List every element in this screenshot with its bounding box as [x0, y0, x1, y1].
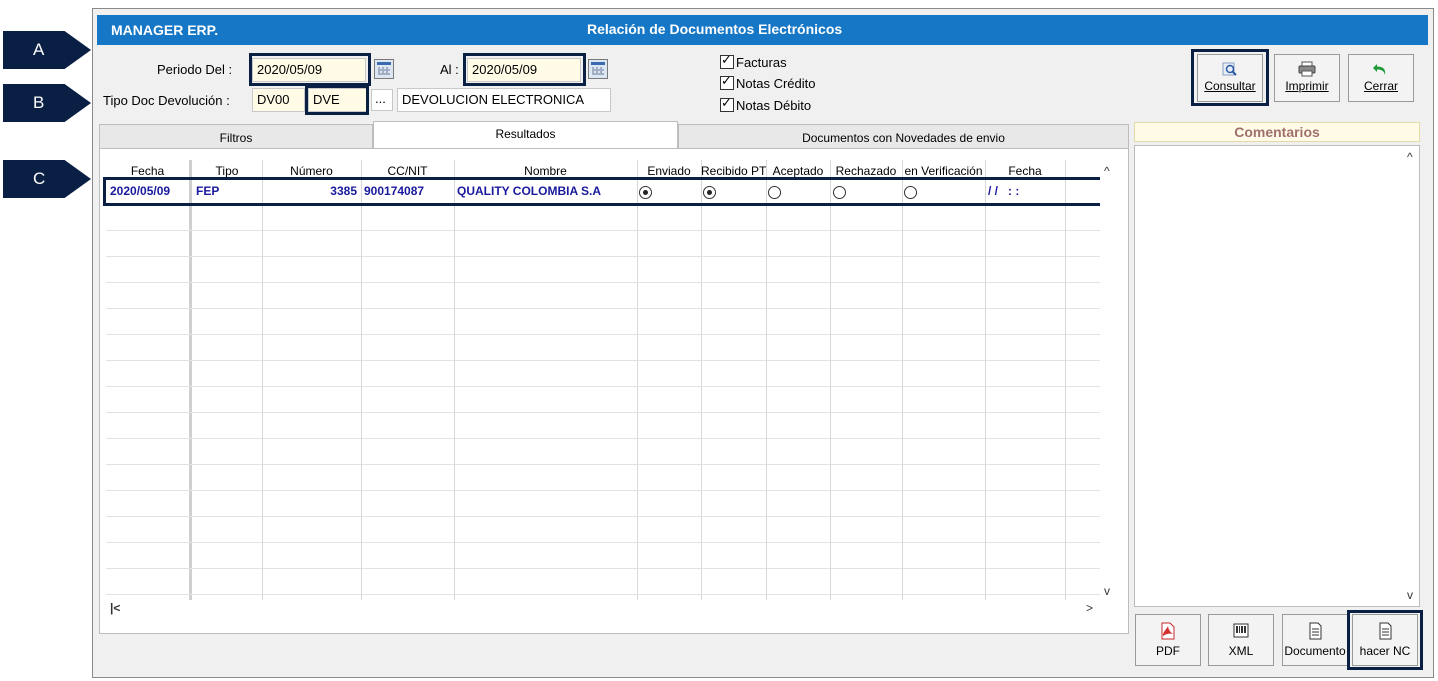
cerrar-button[interactable]: Cerrar	[1348, 54, 1414, 102]
tab-strip: Filtros Resultados Documentos con Noveda…	[99, 121, 1129, 150]
column-header-numero[interactable]: Número	[262, 164, 361, 178]
scroll-right-icon[interactable]: >	[1086, 601, 1093, 615]
horizontal-scrollbar[interactable]: |< >	[106, 600, 1100, 618]
undo-arrow-icon	[1372, 61, 1390, 77]
notas-credito-checkbox[interactable]: Notas Crédito	[720, 73, 815, 91]
highlight-consultar	[1191, 49, 1269, 106]
column-header-nombre[interactable]: Nombre	[454, 164, 637, 178]
window-title: Relación de Documentos Electrónicos	[587, 21, 843, 37]
column-divider	[454, 160, 455, 600]
scroll-up-icon[interactable]: ^	[1104, 164, 1110, 178]
row-divider	[106, 308, 1100, 309]
row-divider	[106, 230, 1100, 231]
results-table: Fecha Tipo Número CC/NIT Nombre Enviado …	[106, 160, 1100, 600]
column-divider	[262, 160, 263, 600]
calendar-icon[interactable]	[588, 59, 608, 79]
column-header-nit[interactable]: CC/NIT	[361, 164, 454, 178]
column-header-fecha2[interactable]: Fecha	[985, 164, 1065, 178]
scroll-up-icon[interactable]: ^	[1407, 150, 1413, 164]
column-divider	[830, 160, 831, 600]
comentarios-header: Comentarios	[1134, 122, 1420, 142]
row-divider	[106, 386, 1100, 387]
row-divider	[106, 594, 1100, 595]
calendar-icon[interactable]	[374, 59, 394, 79]
column-header-verificacion[interactable]: en Verificación	[902, 164, 985, 178]
highlight-row	[103, 177, 1103, 206]
tipo-doc-label: Tipo Doc Devolución :	[103, 93, 230, 108]
title-bar: MANAGER ERP. Relación de Documentos Elec…	[97, 15, 1428, 45]
callout-a: A	[3, 31, 91, 69]
pdf-icon	[1160, 622, 1176, 640]
column-header-rechazado[interactable]: Rechazado	[830, 164, 902, 178]
xml-button[interactable]: XML	[1208, 614, 1274, 666]
comentarios-textarea[interactable]: ^ v	[1134, 145, 1420, 607]
vertical-scrollbar[interactable]: ^ v	[1100, 160, 1118, 600]
column-divider	[1065, 160, 1066, 600]
app-name: MANAGER ERP.	[111, 22, 219, 38]
highlight-periodo-del	[249, 53, 371, 86]
row-divider	[106, 542, 1100, 543]
column-divider	[361, 160, 362, 600]
scroll-down-icon[interactable]: v	[1407, 588, 1413, 602]
row-divider	[106, 516, 1100, 517]
imprimir-button[interactable]: Imprimir	[1274, 54, 1340, 102]
scroll-down-icon[interactable]: v	[1104, 584, 1110, 598]
row-divider	[106, 282, 1100, 283]
row-divider	[106, 568, 1100, 569]
tipo-code1-input[interactable]: DV00	[252, 88, 305, 112]
highlight-periodo-al	[463, 53, 586, 86]
document-icon	[1307, 622, 1323, 640]
row-divider	[106, 490, 1100, 491]
row-divider	[106, 256, 1100, 257]
column-header-fecha[interactable]: Fecha	[106, 164, 189, 178]
documento-button[interactable]: Documento	[1282, 614, 1348, 666]
facturas-checkbox[interactable]: Facturas	[720, 52, 787, 70]
notas-debito-checkbox[interactable]: Notas Débito	[720, 95, 811, 113]
scroll-left-icon[interactable]: |<	[110, 601, 120, 615]
column-divider	[701, 160, 702, 600]
row-divider	[106, 360, 1100, 361]
tipo-desc-field: DEVOLUCION ELECTRONICA	[397, 88, 611, 112]
row-divider	[106, 412, 1100, 413]
xml-icon	[1233, 622, 1249, 640]
checkbox-checked-icon	[720, 73, 734, 90]
column-divider	[902, 160, 903, 600]
column-divider	[189, 160, 192, 600]
callout-b: B	[3, 84, 91, 122]
row-divider	[106, 464, 1100, 465]
column-header-enviado[interactable]: Enviado	[637, 164, 701, 178]
al-label: Al :	[440, 62, 459, 77]
tab-filtros[interactable]: Filtros	[99, 124, 373, 150]
checkbox-checked-icon	[720, 95, 734, 112]
callout-c: C	[3, 160, 91, 198]
periodo-label: Periodo Del :	[157, 62, 233, 77]
column-header-tipo[interactable]: Tipo	[192, 164, 262, 178]
checkbox-checked-icon	[720, 52, 734, 69]
row-divider	[106, 334, 1100, 335]
tab-novedades[interactable]: Documentos con Novedades de envio	[678, 124, 1129, 150]
column-divider	[985, 160, 986, 600]
column-divider	[637, 160, 638, 600]
column-header-aceptado[interactable]: Aceptado	[766, 164, 830, 178]
pdf-button[interactable]: PDF	[1135, 614, 1201, 666]
printer-icon	[1298, 61, 1316, 77]
column-divider	[766, 160, 767, 600]
highlight-tipo-code2	[305, 85, 369, 115]
highlight-hacer-nc	[1347, 610, 1423, 670]
tab-resultados[interactable]: Resultados	[373, 121, 678, 149]
column-header-recibido[interactable]: Recibido PT	[701, 164, 766, 178]
browse-button[interactable]: ...	[371, 89, 393, 111]
row-divider	[106, 438, 1100, 439]
